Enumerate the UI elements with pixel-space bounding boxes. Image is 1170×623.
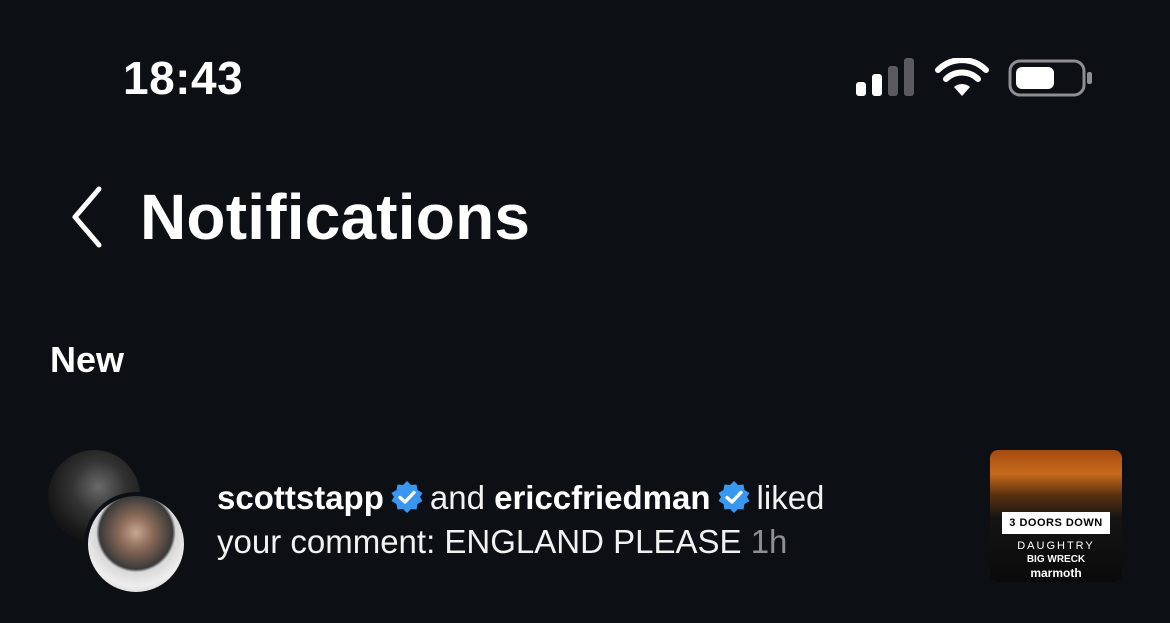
chevron-left-icon <box>72 186 102 248</box>
back-button[interactable] <box>56 180 116 254</box>
thumbnail-band-name: 3 DOORS DOWN <box>1002 512 1110 534</box>
page-title: Notifications <box>140 181 531 253</box>
thumbnail-line-3: marmoth <box>1030 566 1082 580</box>
avatar-scottstapp[interactable] <box>84 492 188 596</box>
thumbnail-line-1: DAUGHTRY <box>1017 540 1095 552</box>
avatar-stack[interactable] <box>48 450 188 596</box>
thumbnail-line-2: BIG WRECK <box>1026 554 1086 565</box>
username-link-1[interactable]: scottstapp <box>217 479 384 516</box>
wifi-icon <box>935 58 989 96</box>
connector-text: and <box>429 479 485 516</box>
time-ago: 1h <box>750 523 788 560</box>
action-text: liked <box>756 479 825 516</box>
status-time: 18:43 <box>123 52 244 104</box>
cellular-signal-icon <box>856 58 914 96</box>
notification-text: scottstapp and ericcfriedman liked your … <box>217 476 957 564</box>
notification-item[interactable]: scottstapp and ericcfriedman liked your … <box>0 440 1170 596</box>
section-header-new: New <box>50 339 125 380</box>
verified-badge-icon <box>718 481 750 513</box>
battery-icon <box>1008 59 1092 97</box>
username-link-2[interactable]: ericcfriedman <box>494 479 710 516</box>
comment-text: your comment: ENGLAND PLEASE <box>217 523 742 560</box>
post-thumbnail[interactable]: 3 DOORS DOWN DAUGHTRY BIG WRECK marmoth <box>990 450 1122 582</box>
verified-badge-icon <box>391 481 423 513</box>
